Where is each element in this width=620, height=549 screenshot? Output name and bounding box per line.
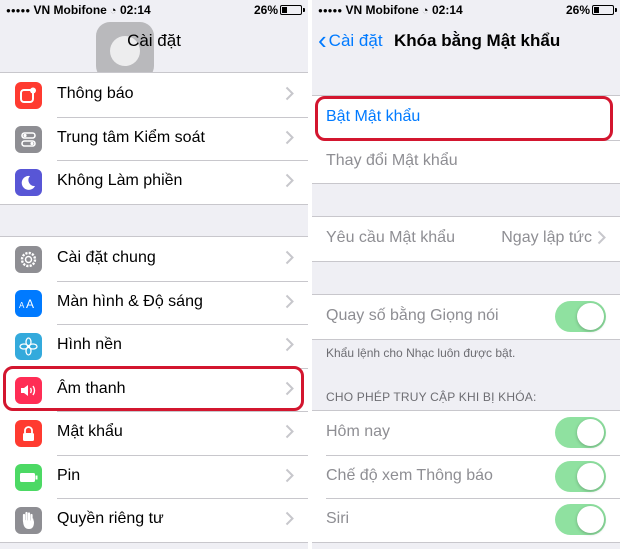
today-label: Hôm nay [326,423,391,440]
require-passcode-group: Yêu cầu Mật khẩu Ngay lập tức [312,216,620,262]
lock-icon [15,420,42,447]
clock: 02:14 [432,3,463,17]
settings-screen: ●●●●● VN Mobifone ◔ 02:14 26% Cài đặt Thô… [0,0,308,549]
chevron-right-icon [285,424,294,439]
carrier-label: VN Mobifone [33,3,107,17]
chevron-right-icon [285,130,294,144]
wallpaper-icon [15,333,42,360]
svg-text:A: A [19,301,25,310]
settings-group-2: Cài đặt chung AA Màn hình & Độ sáng Hình… [0,236,308,543]
settings-row-privacy[interactable]: Quyền riêng tư [0,498,308,542]
chevron-right-icon [597,230,606,245]
change-passcode-row[interactable]: Thay đổi Mật khẩu [312,139,620,184]
passcode-screen: ●●●●● VN Mobifone ◔ 02:14 26% ‹ Cài đặt Kh… [312,0,620,549]
nav-bar: Cài đặt [0,20,308,80]
wifi-icon: ◔ [109,5,117,17]
voice-dial-row: Quay số bằng Giọng nói [312,295,620,339]
battery-percent: 26% [565,3,590,17]
chevron-right-icon [285,294,294,308]
notifications-view-label: Chế độ xem Thông báo [326,466,493,484]
back-button[interactable]: ‹ Cài đặt [318,25,383,55]
today-toggle[interactable] [555,417,606,448]
display-brightness-icon: AA [15,289,42,317]
passcode-group: Bật Mật khẩu Thay đổi Mật khẩu [312,95,620,184]
battery-level-icon [280,5,305,15]
turn-passcode-on-label: Bật Mật khẩu [326,108,421,125]
moon-icon [15,169,42,196]
settings-row-label: Trung tâm Kiểm soát [57,128,205,146]
status-bar: ●●●●● VN Mobifone ◔ 02:14 26% [0,0,308,20]
carrier-label: VN Mobifone [345,3,419,17]
battery-icon [15,463,42,491]
page-title: Cài đặt [127,31,181,50]
battery-level-icon [592,5,617,15]
today-row: Hôm nay [312,411,620,455]
control-center-icon [15,125,42,153]
settings-row-label: Hình nền [57,336,122,353]
require-passcode-label: Yêu cầu Mật khẩu [326,229,455,246]
settings-row-sounds[interactable]: Âm thanh [0,367,308,412]
settings-row-label: Pin [57,466,81,484]
gear-icon [15,246,42,273]
settings-row-notifications[interactable]: Thông báo [0,73,308,117]
chevron-left-icon: ‹ [318,25,327,55]
siri-row: Siri [312,498,620,542]
chevron-right-icon [285,250,294,265]
voice-dial-toggle[interactable] [555,301,606,332]
settings-row-general[interactable]: Cài đặt chung [0,237,308,281]
require-passcode-row[interactable]: Yêu cầu Mật khẩu Ngay lập tức [312,217,620,261]
locked-access-header: CHO PHÉP TRUY CẬP KHI BỊ KHÓA: [326,390,537,404]
notifications-view-row: Chế độ xem Thông báo [312,454,620,499]
voice-dial-label: Quay số bằng Giọng nói [326,307,499,324]
require-passcode-value: Ngay lập tức [501,229,592,246]
chevron-right-icon [285,381,294,395]
page-title: Khóa bằng Mật khẩu [394,31,561,50]
speaker-icon [15,376,42,404]
signal-dots-icon: ●●●●● [6,6,31,15]
notifications-view-toggle[interactable] [555,460,606,492]
locked-access-group: Hôm nay Chế độ xem Thông báo Siri [312,410,620,543]
settings-row-control-center[interactable]: Trung tâm Kiểm soát [0,116,308,161]
settings-row-display[interactable]: AA Màn hình & Độ sáng [0,280,308,325]
settings-row-passcode[interactable]: Mật khẩu [0,411,308,455]
voice-dial-footnote: Khẩu lệnh cho Nhạc luôn được bật. [326,346,516,360]
settings-row-label: Mật khẩu [57,423,123,440]
settings-row-label: Quyền riêng tư [57,510,164,527]
back-label: Cài đặt [328,31,383,50]
status-bar: ●●●●● VN Mobifone ◔ 02:14 26% [312,0,620,20]
wifi-icon: ◔ [421,5,429,17]
siri-label: Siri [326,510,350,527]
change-passcode-label: Thay đổi Mật khẩu [326,151,458,169]
turn-passcode-on-row[interactable]: Bật Mật khẩu [312,96,620,140]
settings-row-label: Cài đặt chung [57,249,156,266]
settings-row-wallpaper[interactable]: Hình nền [0,324,308,368]
settings-row-label: Màn hình & Độ sáng [57,292,203,310]
siri-toggle[interactable] [555,504,606,535]
settings-group-1: Thông báo Trung tâm Kiểm soát Không Làm … [0,72,308,205]
battery-percent: 26% [253,3,278,17]
chevron-right-icon [285,173,294,188]
settings-row-label: Âm thanh [57,379,126,397]
chevron-right-icon [285,337,294,352]
settings-row-label: Không Làm phiền [57,172,183,189]
notifications-icon [15,82,42,109]
chevron-right-icon [285,511,294,526]
settings-row-do-not-disturb[interactable]: Không Làm phiền [0,160,308,204]
chevron-right-icon [285,468,294,482]
nav-bar: ‹ Cài đặt Khóa bằng Mật khẩu [312,20,620,64]
signal-dots-icon: ●●●●● [318,6,343,15]
clock: 02:14 [120,3,151,17]
settings-row-label: Thông báo [57,85,134,102]
settings-row-battery[interactable]: Pin [0,454,308,499]
voice-dial-group: Quay số bằng Giọng nói [312,294,620,340]
chevron-right-icon [285,86,294,101]
hand-icon [15,507,42,534]
svg-text:A: A [26,297,34,311]
